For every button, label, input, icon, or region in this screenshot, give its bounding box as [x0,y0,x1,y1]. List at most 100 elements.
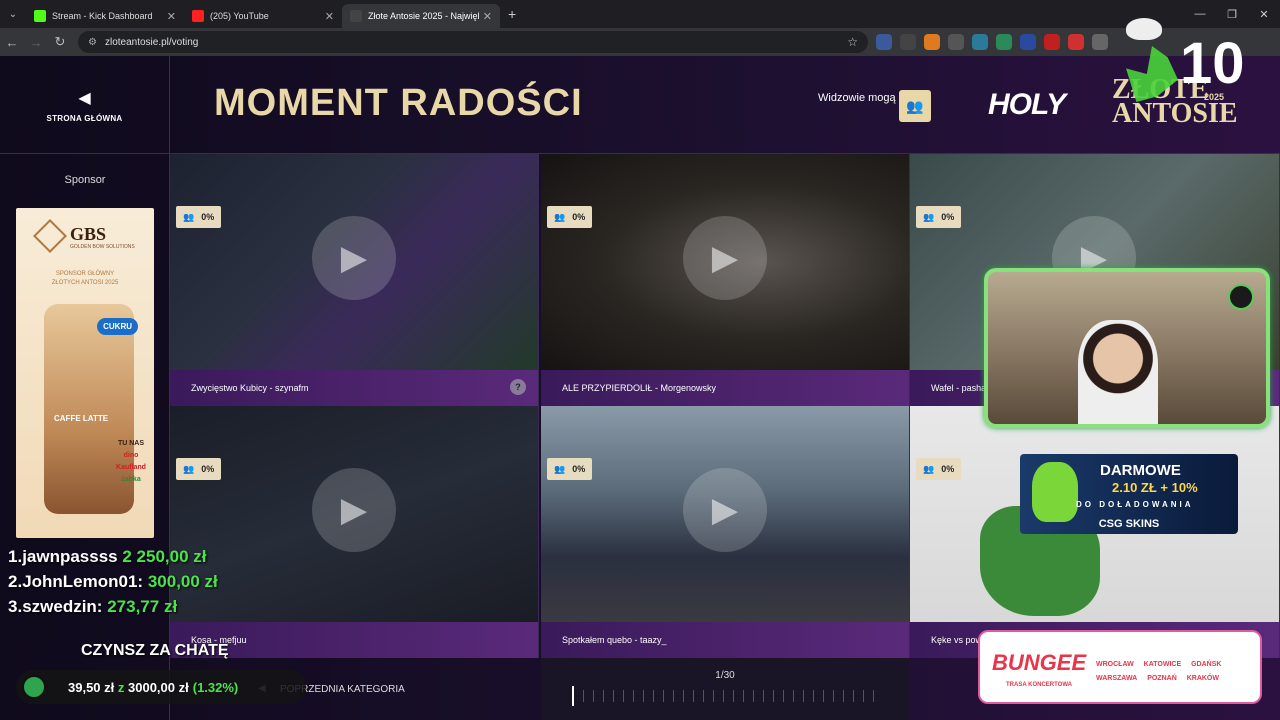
viewers-vote-button[interactable]: 👥 [899,90,931,122]
forward-arrow-icon[interactable]: → [24,35,48,50]
goal-percent: (1.32%) [192,679,239,695]
site-icon [350,10,362,22]
viewers-label: Widzowie mogą [818,92,896,104]
goal-target: 3000,00 zł [128,679,189,695]
play-icon[interactable]: ▶ [683,216,767,300]
page-indicator: 1/30 [715,670,735,681]
promo-brand: CSG SKINS [1098,518,1160,530]
tab-search-icon[interactable]: ⌄ [0,0,26,28]
back-label: STRONA GŁÓWNA [46,113,123,123]
promo-amount: 2.10 ZŁ + 10% [1112,480,1198,495]
clip-card[interactable]: 👥 0% ▶ ALE PRZYPIERDOLIŁ - Morgenowsky [541,154,910,406]
vote-percent: 0% [572,464,586,474]
holy-logo: HOLY [988,88,1066,121]
clip-card[interactable]: 👥 0% ▶ Kosa - mefjuu [170,406,539,658]
extension-icon[interactable] [1020,34,1036,50]
leaderboard-row: 3.szwedzin: 273,77 zł [8,594,218,619]
page-ticks[interactable] [573,690,879,702]
donor-name: szwedzin: [22,597,103,616]
pagination: 1/30 [541,658,909,720]
csgskins-promo: DARMOWE 2.10 ZŁ + 10% DO DOŁADOWANIA CSG… [1020,454,1238,534]
store-label: żabka [121,476,141,483]
browser-tab-kick[interactable]: Stream - Kick Dashboard ✕ [26,4,184,28]
back-arrow-icon[interactable]: ← [0,35,24,50]
address-bar[interactable]: ⚙ zloteantosie.pl/voting ☆ [78,31,868,53]
extension-icon[interactable] [1044,34,1060,50]
kick-logo-icon [1228,284,1254,310]
store-label: TU NAS [117,440,145,447]
browser-tab-zlote-antosie[interactable]: Złote Antosie 2025 - Najwięks ✕ [342,4,500,28]
store-label: dino [123,452,139,459]
extension-icon[interactable] [1068,34,1084,50]
rent-goal-title: CZYNSZ ZA CHATĘ [81,642,229,659]
leaderboard-row: 2.JohnLemon01: 300,00 zł [8,569,218,594]
extension-icon[interactable] [948,34,964,50]
hat-icon [1126,18,1162,40]
site-info-icon[interactable]: ⚙ [88,37,97,48]
tour-cities: WROCŁAW KATOWICE GDAŃSK WARSZAWA POZNAŃ … [1096,658,1256,686]
kick-icon [34,10,46,22]
vote-percent: 0% [941,212,955,222]
webcam-overlay [984,268,1270,428]
close-tab-icon[interactable]: ✕ [325,10,334,23]
extension-icon[interactable] [876,34,892,50]
new-tab-button[interactable]: + [508,6,516,22]
close-tab-icon[interactable]: ✕ [167,10,176,23]
users-icon: 👥 [906,97,924,114]
close-window-icon[interactable]: ✕ [1248,8,1280,21]
donation-amount: 273,77 zł [107,597,178,616]
rent-goal-bar: 39,50 zł z 3000,00 zł (1.32%) [16,670,306,704]
window-controls: — ❐ ✕ [1184,0,1280,28]
bungee-name: BUNGEE [992,650,1087,675]
play-icon[interactable]: ▶ [683,468,767,552]
close-tab-icon[interactable]: ✕ [483,10,492,23]
browser-tab-youtube[interactable]: (205) YouTube ✕ [184,4,342,28]
ad-sponsor-line1: SPONSOR GŁÓWNY [55,271,115,277]
store-label: Kaufland [116,464,146,471]
play-icon[interactable]: ▶ [312,468,396,552]
city: KRAKÓW [1186,675,1219,682]
city: WARSZAWA [1096,675,1138,682]
rank: 2. [8,572,23,591]
maximize-icon[interactable]: ❐ [1216,8,1248,21]
clip-card[interactable]: 👥 0% ▶ Zwycięstwo Kubicy - szynafm ? [170,154,539,406]
help-icon[interactable]: ? [510,379,526,395]
minimize-icon[interactable]: — [1184,8,1216,20]
sponsor-ad[interactable]: GBS GOLDEN BOW SOLUTIONS SPONSOR GŁÓWNY … [16,208,154,538]
donation-amount: 2 250,00 zł [122,547,207,566]
tab-title: Stream - Kick Dashboard [52,11,153,21]
bungee-tour-promo: BUNGEE TRASA KONCERTOWA WROCŁAW KATOWICE… [978,630,1262,704]
current-page-marker [572,686,574,706]
back-arrow-icon: ◀ [78,89,91,107]
extension-icon[interactable] [924,34,940,50]
extension-icon[interactable] [972,34,988,50]
users-icon: 👥 [923,211,935,222]
bookmark-star-icon[interactable]: ☆ [847,35,858,49]
clip-caption: Zwycięstwo Kubicy - szynafm [170,370,538,406]
clip-card[interactable]: 👥 0% ▶ Spotkałem quebo - taazy_ [541,406,910,658]
clip-caption: ALE PRZYPIERDOLIŁ - Morgenowsky [541,370,909,406]
overlay-number: 10 [1180,31,1245,96]
home-back-button[interactable]: ◀ STRONA GŁÓWNA [0,56,170,154]
browser-toolbar: ← → ↻ ⚙ zloteantosie.pl/voting ☆ [0,28,1280,56]
youtube-icon [192,10,204,22]
reload-icon[interactable]: ↻ [48,34,72,50]
city: WROCŁAW [1096,661,1134,668]
vote-percent: 0% [572,212,586,222]
play-icon[interactable]: ▶ [312,216,396,300]
tab-title: Złote Antosie 2025 - Najwięks [368,11,479,21]
extension-icon[interactable] [996,34,1012,50]
goal-badge-icon [22,675,46,699]
category-title: MOMENT RADOŚCI [214,82,583,124]
ad-sponsor-text: SPONSOR GŁÓWNY ZŁOTYCH ANTOSI 2025 [16,270,154,288]
extension-icon[interactable] [1092,34,1108,50]
streamer-image [1078,320,1158,424]
clip-caption: Spotkałem quebo - taazy_ [541,622,909,658]
extension-icon[interactable] [900,34,916,50]
vote-percent: 0% [201,212,215,222]
page-header: ◀ STRONA GŁÓWNA MOMENT RADOŚCI Widzowie … [0,18,1280,154]
vote-percent-badge: 👥 0% [916,458,962,480]
donation-leaderboard: 1.jawnpassss 2 250,00 zł 2.JohnLemon01: … [8,544,218,619]
city: GDAŃSK [1191,661,1222,668]
users-icon: 👥 [183,463,195,474]
